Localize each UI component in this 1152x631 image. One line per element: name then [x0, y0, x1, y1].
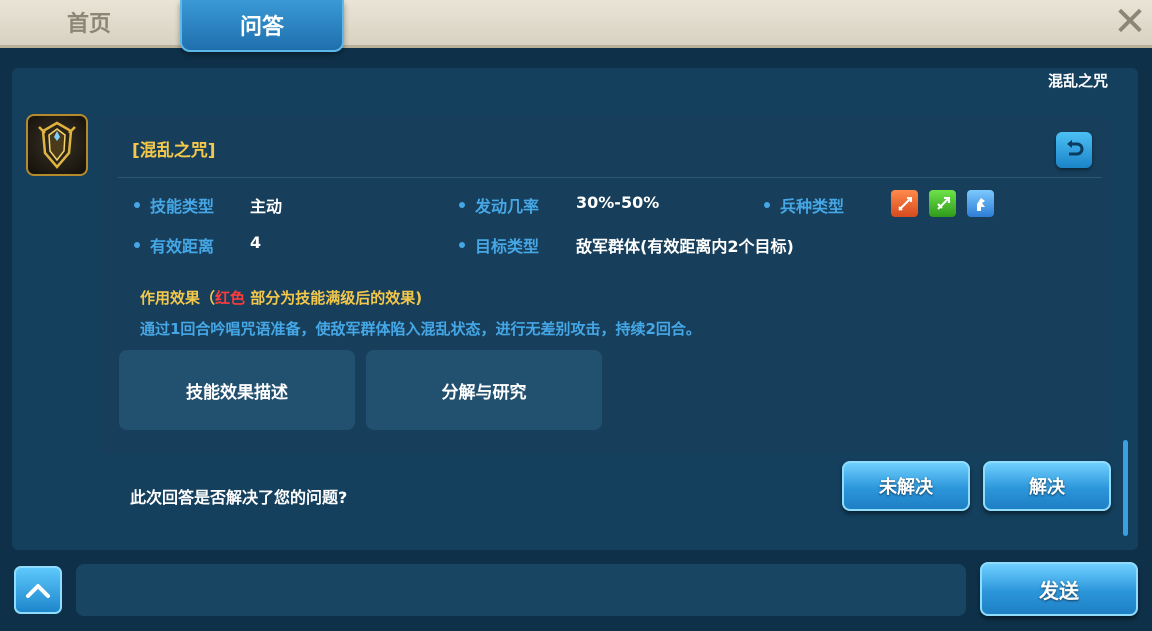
tab-home[interactable]: 首页 [0, 0, 178, 44]
bullet-icon [459, 202, 465, 208]
research-button[interactable]: 分解与研究 [366, 350, 602, 430]
attr-label: 目标类型 [475, 237, 540, 256]
effect-title-prefix: 作用效果（ [140, 289, 216, 307]
attr-range-value: 4 [250, 233, 261, 252]
effect-title: 作用效果（红色 部分为技能满级后的效果) [140, 287, 422, 308]
cavalry-icon [967, 190, 994, 217]
attr-value: 4 [250, 233, 262, 252]
expand-button[interactable] [14, 566, 62, 614]
attr-target: 目标类型 [459, 233, 539, 257]
attr-trigger-rate: 发动几率 [459, 193, 539, 217]
bullet-icon [134, 202, 140, 208]
attr-skill-type-value: 主动 [250, 193, 282, 217]
attr-label: 技能类型 [150, 197, 215, 216]
effect-title-suffix: 部分为技能满级后的效果) [245, 289, 423, 307]
attr-range: 有效距离 [134, 233, 214, 257]
attr-troop-type: 兵种类型 [764, 193, 844, 217]
tab-qa[interactable]: 问答 [180, 0, 344, 52]
attr-target-value: 敌军群体(有效距离内2个目标) [576, 233, 794, 257]
attr-label: 兵种类型 [780, 197, 845, 216]
feedback-question: 此次回答是否解决了您的问题? [130, 488, 348, 507]
skill-description-button[interactable]: 技能效果描述 [119, 350, 355, 430]
scrollbar[interactable] [1123, 440, 1128, 536]
attr-trigger-rate-value: 30%-50% [576, 193, 659, 212]
spear-icon [929, 190, 956, 217]
effect-title-red: 红色 [215, 289, 246, 307]
attr-label: 有效距离 [150, 237, 215, 256]
close-icon[interactable]: ✕ [1110, 2, 1150, 42]
bullet-icon [134, 242, 140, 248]
chevron-up-icon [26, 584, 50, 598]
attr-label: 发动几率 [475, 197, 540, 216]
undo-icon [1067, 140, 1084, 156]
answer-header-tag: 混乱之咒 [1047, 72, 1108, 90]
bullet-icon [764, 202, 770, 208]
title-divider [118, 177, 1102, 178]
resolved-button[interactable]: 解决 [983, 461, 1111, 511]
attr-value: 主动 [250, 197, 283, 216]
unresolved-button[interactable]: 未解决 [842, 461, 970, 511]
skill-icon [26, 114, 88, 176]
attr-value: 敌军群体(有效距离内2个目标) [576, 237, 794, 256]
skill-title: [混乱之咒] [132, 141, 216, 161]
effect-description: 通过1回合吟唱咒语准备，使敌军群体陷入混乱状态，进行无差别攻击，持续2回合。 [140, 320, 701, 338]
attr-skill-type: 技能类型 [134, 193, 214, 217]
send-button[interactable]: 发送 [980, 562, 1138, 616]
troop-icons [891, 190, 994, 217]
bullet-icon [459, 242, 465, 248]
attr-value: 30%-50% [576, 193, 660, 212]
archer-icon [891, 190, 918, 217]
back-button[interactable] [1056, 132, 1092, 168]
chat-input[interactable] [76, 564, 966, 616]
